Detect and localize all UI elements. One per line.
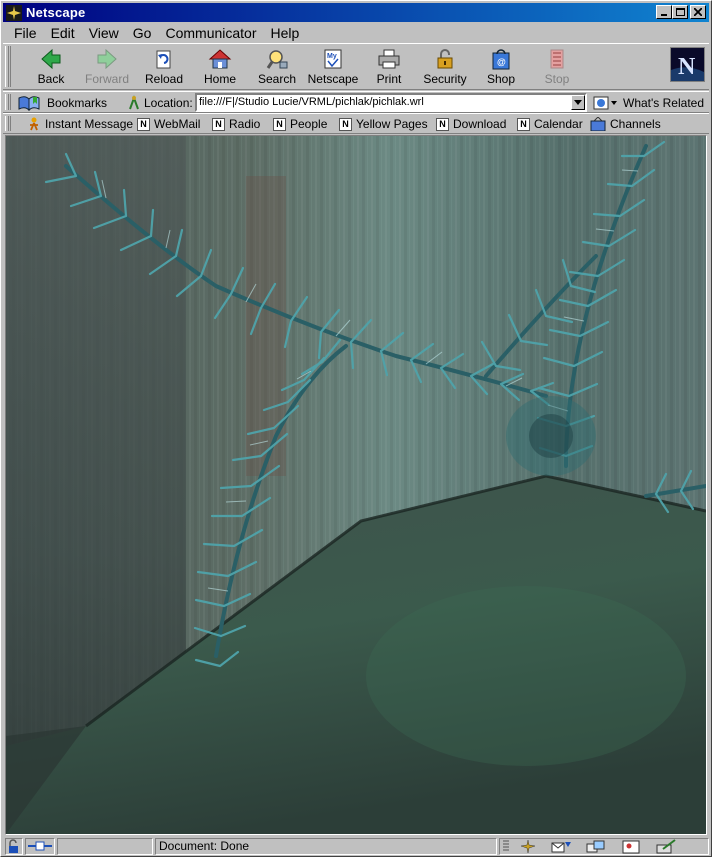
netscape-bookmark-icon: N [137,117,150,131]
svg-text:N: N [678,54,696,80]
vrml-viewport[interactable] [5,135,707,835]
print-button[interactable]: Print [361,47,417,87]
netscape-bookmark-icon: N [273,117,286,131]
netscape-app-icon[interactable] [6,4,22,21]
toolbar-grip[interactable] [5,46,11,87]
netscape-logo-button[interactable]: N [670,47,705,82]
shop-button[interactable]: @ Shop [473,47,529,87]
security-button[interactable]: Security [417,47,473,87]
page-proxy-icon[interactable] [127,94,141,111]
url-history-dropdown[interactable] [571,95,585,110]
progress-box [57,838,153,855]
location-toolbar: Bookmarks Location: file:///F|/Studio Lu… [3,91,709,113]
netscape-bookmark-icon: N [339,117,352,131]
composer-component-icon[interactable] [655,839,677,857]
padlock-icon [437,49,453,69]
home-icon [208,49,232,69]
menu-help[interactable]: Help [264,25,307,41]
reload-icon [156,50,171,69]
svg-text:My: My [327,53,337,60]
close-icon [694,8,702,16]
shop-bag-icon: @ [492,49,510,70]
security-status-box[interactable] [5,838,23,855]
chevron-down-icon [574,100,582,105]
maximize-icon [675,8,685,16]
vrml-scene[interactable] [6,136,706,834]
status-bar: Document: Done [3,837,709,856]
forward-button[interactable]: Forward [79,47,135,87]
menu-file[interactable]: File [7,25,44,41]
personal-toolbar: Instant Message N WebMail N Radio N Peop… [3,113,709,134]
menu-view[interactable]: View [82,25,126,41]
svg-text:@: @ [497,57,506,67]
radio-link[interactable]: N Radio [212,115,260,133]
channels-link[interactable]: Channels [590,115,661,133]
back-button[interactable]: Back [23,47,79,87]
connection-plug-icon [28,841,52,851]
bookmarks-icon [18,95,40,111]
minimize-icon [661,14,667,16]
mail-component-icon[interactable] [551,839,573,857]
status-text-box: Document: Done [155,838,497,855]
status-text: Document: Done [159,839,250,853]
maximize-button[interactable] [672,5,688,19]
address-book-component-icon[interactable] [621,839,643,857]
instant-message-icon [30,117,38,131]
download-link[interactable]: N Download [436,115,506,133]
whats-related-button[interactable]: What's Related [593,93,704,112]
stop-button[interactable]: Stop [529,47,585,87]
people-link[interactable]: N People [273,115,327,133]
whats-related-icon [593,96,617,109]
netscape-bookmark-icon: N [436,117,449,131]
minimize-button[interactable] [656,5,672,19]
title-bar[interactable]: Netscape [3,3,709,22]
search-button[interactable]: Search [249,47,305,87]
menu-edit[interactable]: Edit [44,25,82,41]
bookmarks-button[interactable]: Bookmarks [17,93,107,112]
netscape-bookmark-icon: N [212,117,225,131]
calendar-link[interactable]: N Calendar [517,115,583,133]
my-netscape-icon: My [324,49,342,69]
connection-status-box [25,838,55,855]
url-input[interactable]: file:///F|/Studio Lucie/VRML/pichlak/pic… [195,93,587,112]
netscape-bookmark-icon: N [517,117,530,131]
unlocked-padlock-icon [9,839,18,853]
back-arrow-icon [41,48,61,70]
forward-arrow-icon [97,48,117,70]
toolbar-grip[interactable] [5,94,11,110]
navigation-toolbar: Back Forward Reload Home Search My Netsc… [3,43,709,90]
reload-button[interactable]: Reload [136,47,192,87]
browser-window: Netscape File Edit View Go Communicator … [0,0,712,857]
toolbar-grip[interactable] [5,116,11,131]
close-button[interactable] [690,5,706,19]
menu-communicator[interactable]: Communicator [158,25,263,41]
netscape-n-logo-icon: N [671,48,704,81]
home-button[interactable]: Home [192,47,248,87]
menu-bar: File Edit View Go Communicator Help [3,23,709,42]
instant-message-link[interactable]: Instant Message [27,115,133,133]
location-label: Location: [127,93,193,112]
yellow-pages-link[interactable]: N Yellow Pages [339,115,428,133]
window-title: Netscape [26,5,86,20]
stop-icon [550,49,564,69]
discussion-component-icon[interactable] [585,839,607,857]
printer-icon [378,49,400,69]
menu-go[interactable]: Go [126,25,159,41]
search-icon [266,50,288,69]
navigator-component-icon[interactable] [519,839,537,857]
my-netscape-button[interactable]: My Netscape [305,47,361,87]
channels-icon [590,117,606,131]
webmail-link[interactable]: N WebMail [137,115,200,133]
